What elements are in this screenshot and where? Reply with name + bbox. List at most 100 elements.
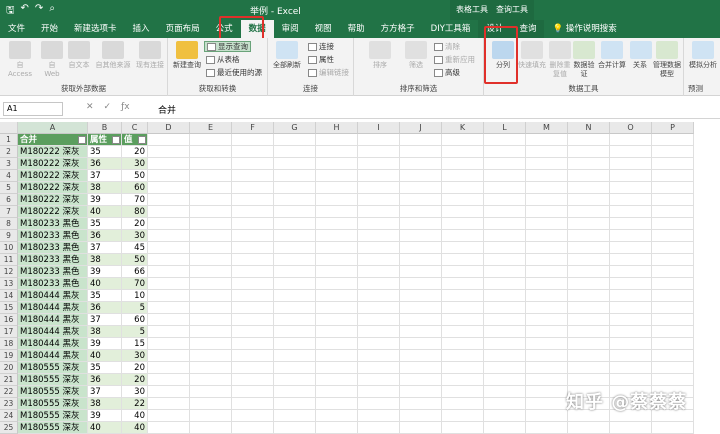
cell[interactable] bbox=[526, 398, 568, 410]
table-cell[interactable]: 37 bbox=[88, 170, 122, 182]
cell[interactable] bbox=[148, 362, 190, 374]
cell[interactable] bbox=[232, 170, 274, 182]
cell[interactable] bbox=[316, 254, 358, 266]
cell[interactable] bbox=[358, 338, 400, 350]
cell[interactable] bbox=[526, 350, 568, 362]
cell[interactable] bbox=[400, 278, 442, 290]
cell[interactable] bbox=[148, 386, 190, 398]
cell[interactable] bbox=[148, 254, 190, 266]
cell[interactable] bbox=[610, 290, 652, 302]
cell[interactable] bbox=[400, 158, 442, 170]
table-cell[interactable]: M180233 黑色 bbox=[18, 254, 88, 266]
cell[interactable] bbox=[568, 374, 610, 386]
cell[interactable] bbox=[568, 338, 610, 350]
cell[interactable] bbox=[484, 194, 526, 206]
cell[interactable] bbox=[610, 422, 652, 434]
cell[interactable] bbox=[568, 194, 610, 206]
select-all-corner[interactable] bbox=[0, 122, 18, 134]
cell[interactable] bbox=[190, 194, 232, 206]
cell[interactable] bbox=[526, 230, 568, 242]
cell[interactable] bbox=[442, 374, 484, 386]
cell[interactable] bbox=[526, 266, 568, 278]
table-cell[interactable]: 38 bbox=[88, 182, 122, 194]
row-header[interactable]: 19 bbox=[0, 350, 18, 362]
table-cell[interactable]: 39 bbox=[88, 338, 122, 350]
cell[interactable] bbox=[484, 302, 526, 314]
cell[interactable] bbox=[526, 134, 568, 146]
cell[interactable] bbox=[148, 314, 190, 326]
cell[interactable] bbox=[358, 230, 400, 242]
cell[interactable] bbox=[568, 266, 610, 278]
cell[interactable] bbox=[652, 278, 694, 290]
cell[interactable] bbox=[610, 326, 652, 338]
cell[interactable] bbox=[568, 206, 610, 218]
cell[interactable] bbox=[652, 254, 694, 266]
cell[interactable] bbox=[568, 242, 610, 254]
cell[interactable] bbox=[316, 326, 358, 338]
cell[interactable] bbox=[568, 302, 610, 314]
cell[interactable] bbox=[484, 242, 526, 254]
cell[interactable] bbox=[652, 218, 694, 230]
cell[interactable] bbox=[568, 290, 610, 302]
fx-icon[interactable]: ƒx bbox=[121, 102, 130, 112]
cell[interactable] bbox=[316, 170, 358, 182]
cell[interactable] bbox=[316, 134, 358, 146]
cell[interactable] bbox=[652, 422, 694, 434]
cell[interactable] bbox=[400, 350, 442, 362]
column-header-j[interactable]: J bbox=[400, 122, 442, 134]
cell[interactable] bbox=[274, 398, 316, 410]
table-cell[interactable]: M180233 黑色 bbox=[18, 230, 88, 242]
table-cell[interactable]: 10 bbox=[122, 290, 148, 302]
tab-diy[interactable]: DIY工具箱 bbox=[423, 20, 479, 38]
cell[interactable] bbox=[148, 374, 190, 386]
cell[interactable] bbox=[400, 254, 442, 266]
consolidate-button[interactable]: 合并计算 bbox=[596, 41, 628, 70]
table-cell[interactable]: 35 bbox=[88, 362, 122, 374]
cell[interactable] bbox=[442, 410, 484, 422]
from-text-button[interactable]: 自文本 bbox=[66, 41, 92, 70]
cell[interactable] bbox=[316, 278, 358, 290]
manage-data-model-button[interactable]: 管理数据模型 bbox=[652, 41, 682, 79]
cell[interactable] bbox=[232, 410, 274, 422]
from-table-button[interactable]: 从表格 bbox=[206, 54, 240, 65]
table-cell[interactable]: M180444 黑灰 bbox=[18, 326, 88, 338]
row-header[interactable]: 23 bbox=[0, 398, 18, 410]
cell[interactable] bbox=[190, 374, 232, 386]
cell[interactable] bbox=[148, 422, 190, 434]
recent-sources-button[interactable]: 最近使用的源 bbox=[206, 67, 262, 78]
cell[interactable] bbox=[526, 386, 568, 398]
table-cell[interactable]: 36 bbox=[88, 230, 122, 242]
cell[interactable] bbox=[526, 170, 568, 182]
cell[interactable] bbox=[274, 386, 316, 398]
table-cell[interactable]: 70 bbox=[122, 278, 148, 290]
table-cell[interactable]: 60 bbox=[122, 314, 148, 326]
tab-help[interactable]: 帮助 bbox=[340, 20, 373, 38]
enter-icon[interactable]: ✓ bbox=[104, 102, 112, 112]
cell[interactable] bbox=[568, 170, 610, 182]
cell[interactable] bbox=[148, 326, 190, 338]
cell[interactable] bbox=[274, 134, 316, 146]
cell[interactable] bbox=[148, 278, 190, 290]
column-header-m[interactable]: M bbox=[526, 122, 568, 134]
cell[interactable] bbox=[274, 266, 316, 278]
filter-dropdown-icon[interactable] bbox=[78, 136, 86, 144]
cell[interactable] bbox=[232, 290, 274, 302]
clear-button[interactable]: 清除 bbox=[434, 41, 460, 52]
table-cell[interactable]: M180233 黑色 bbox=[18, 278, 88, 290]
cell[interactable] bbox=[190, 410, 232, 422]
cell[interactable] bbox=[484, 422, 526, 434]
table-cell[interactable]: M180222 深灰 bbox=[18, 170, 88, 182]
tab-new[interactable]: 新建选项卡 bbox=[66, 20, 125, 38]
row-header[interactable]: 16 bbox=[0, 314, 18, 326]
row-header[interactable]: 20 bbox=[0, 362, 18, 374]
table-cell[interactable]: 37 bbox=[88, 314, 122, 326]
cell[interactable] bbox=[442, 146, 484, 158]
cell[interactable] bbox=[148, 206, 190, 218]
cell[interactable] bbox=[568, 350, 610, 362]
cell[interactable] bbox=[274, 182, 316, 194]
cell[interactable] bbox=[652, 206, 694, 218]
filter-button[interactable]: 筛选 bbox=[404, 41, 428, 70]
table-cell[interactable]: 37 bbox=[88, 386, 122, 398]
row-header[interactable]: 12 bbox=[0, 266, 18, 278]
cell[interactable] bbox=[568, 230, 610, 242]
